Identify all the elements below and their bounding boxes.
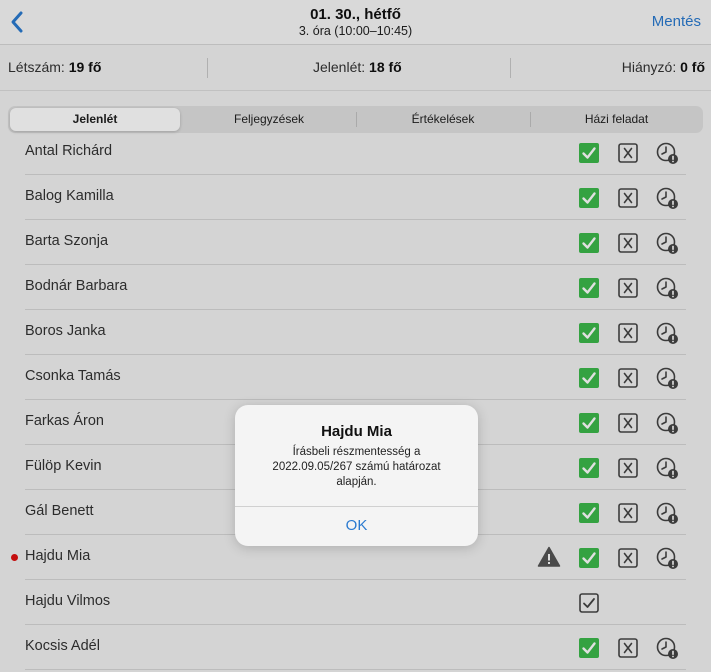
alert-message: Írásbeli részmentesség a 2022.09.05/267 … (272, 446, 441, 488)
ok-button[interactable]: OK (235, 506, 478, 546)
alert-dialog: Hajdu Mia Írásbeli részmentesség a 2022.… (235, 405, 478, 546)
modal-overlay (0, 0, 711, 672)
alert-title: Hajdu Mia (321, 423, 392, 440)
